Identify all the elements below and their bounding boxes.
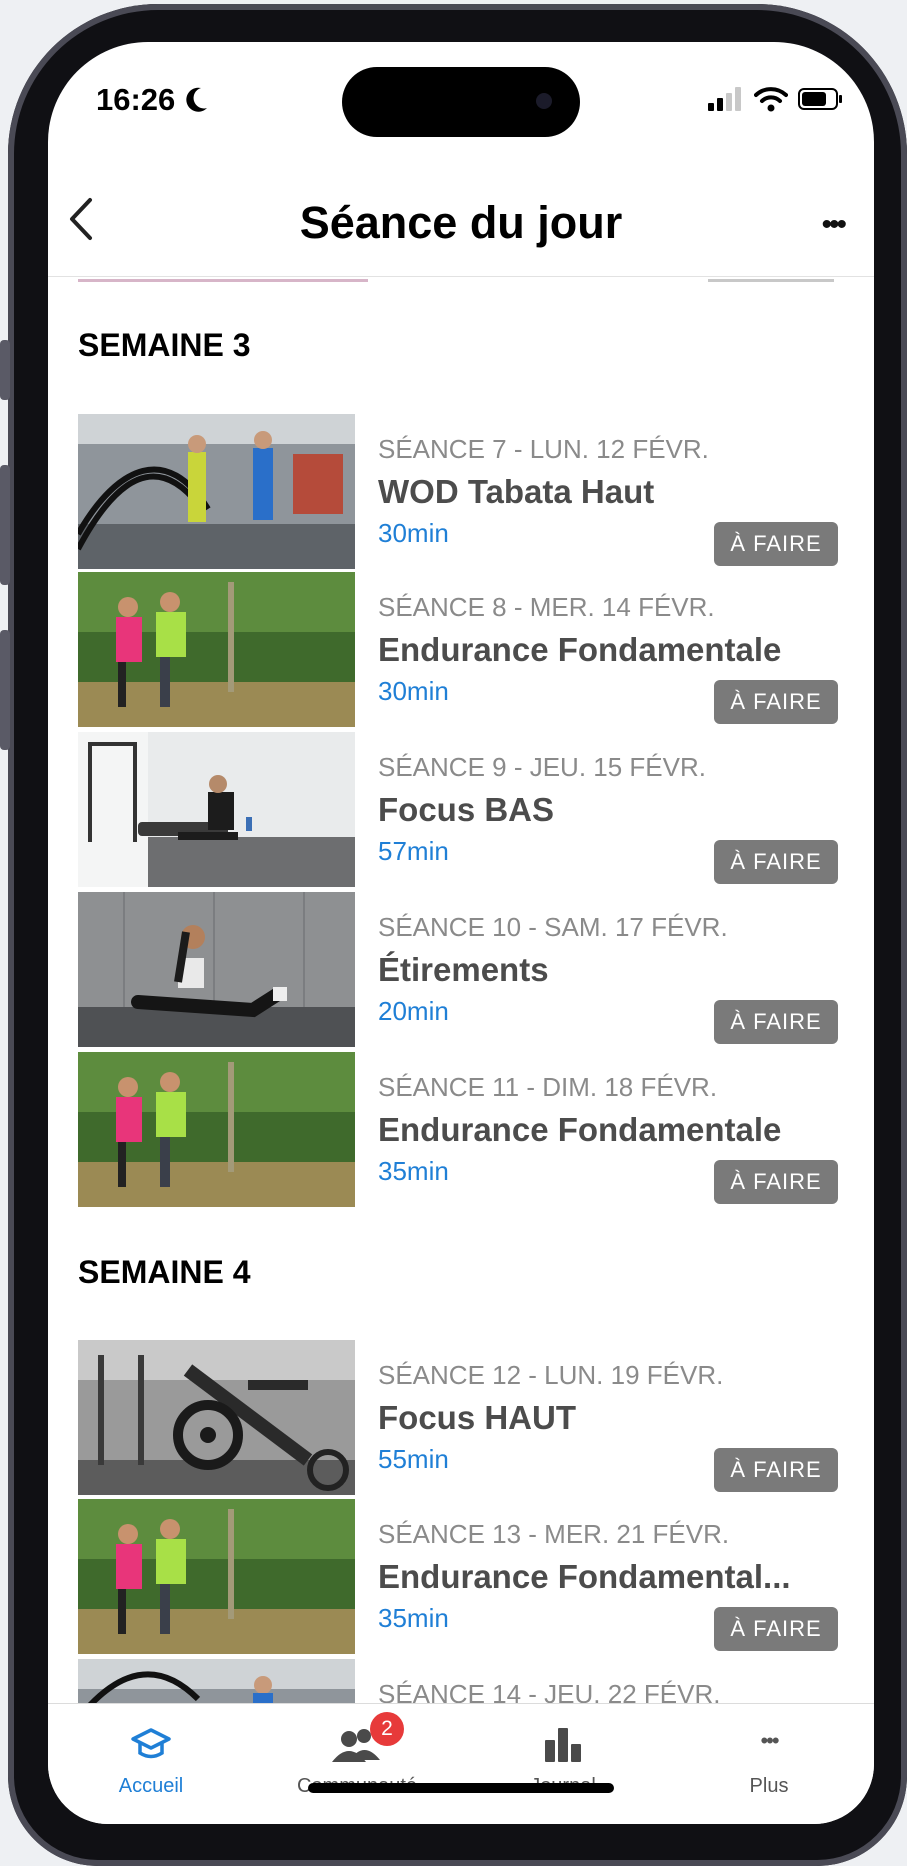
session-thumbnail <box>78 1340 355 1495</box>
session-info: SÉANCE 13 - MER. 21 FÉVR. Endurance Fond… <box>378 1499 838 1654</box>
session-info: SÉANCE 9 - JEU. 15 FÉVR. Focus BAS 57min… <box>378 732 838 887</box>
session-thumbnail <box>78 1499 355 1654</box>
session-info: SÉANCE 14 - JEU. 22 FÉVR. <box>378 1659 838 1703</box>
session-date: SÉANCE 12 - LUN. 19 FÉVR. <box>378 1360 724 1390</box>
session-duration: 35min <box>378 1603 449 1633</box>
session-info: SÉANCE 8 - MER. 14 FÉVR. Endurance Fonda… <box>378 572 838 727</box>
status-icons <box>708 86 844 112</box>
volume-up-button <box>0 340 10 400</box>
week-header: SEMAINE 3 <box>78 327 251 363</box>
battery-icon <box>798 88 842 110</box>
session-row[interactable]: SÉANCE 14 - JEU. 22 FÉVR. <box>78 1659 838 1703</box>
session-thumbnail <box>78 1052 355 1207</box>
page-title: Séance du jour <box>299 197 623 248</box>
status-badge: À FAIRE <box>714 522 838 566</box>
session-list[interactable]: SEMAINE 3 SÉANCE 7 - LUN. 12 FÉVR. WOD T… <box>48 277 874 1703</box>
session-info: SÉANCE 11 - DIM. 18 FÉVR. Endurance Fond… <box>378 1052 838 1207</box>
tab-bar: Accueil 2 Communauté <box>48 1703 874 1824</box>
power-button <box>0 630 10 750</box>
session-thumbnail <box>78 572 355 727</box>
status-badge: À FAIRE <box>714 680 838 724</box>
navigation-bar: Séance du jour ••• <box>48 172 874 277</box>
session-duration: 35min <box>378 1156 449 1186</box>
status-badge: À FAIRE <box>714 840 838 884</box>
session-date: SÉANCE 11 - DIM. 18 FÉVR. <box>378 1072 718 1102</box>
notification-badge: 2 <box>370 1712 404 1746</box>
session-name: Focus BAS <box>378 791 555 828</box>
session-row[interactable]: SÉANCE 10 - SAM. 17 FÉVR. Étirements 20m… <box>78 892 838 1047</box>
session-row[interactable]: SÉANCE 9 - JEU. 15 FÉVR. Focus BAS 57min… <box>78 732 838 887</box>
session-duration: 30min <box>378 518 449 548</box>
session-name: Focus HAUT <box>378 1399 576 1436</box>
session-name: Endurance Fondamental... <box>378 1558 791 1595</box>
session-name: Étirements <box>378 951 549 988</box>
bar-chart-icon <box>460 1726 666 1766</box>
session-date: SÉANCE 8 - MER. 14 FÉVR. <box>378 592 715 622</box>
status-badge: À FAIRE <box>714 1607 838 1651</box>
tab-accueil[interactable]: Accueil <box>48 1704 254 1804</box>
users-icon <box>254 1726 460 1766</box>
previous-item-edge <box>78 279 368 282</box>
previous-badge-edge <box>708 279 834 282</box>
session-duration: 20min <box>378 996 449 1026</box>
cellular-signal-icon <box>708 87 741 111</box>
session-name: WOD Tabata Haut <box>378 473 655 510</box>
session-date: SÉANCE 14 - JEU. 22 FÉVR. <box>378 1679 721 1703</box>
moon-icon <box>186 87 207 112</box>
session-row[interactable]: SÉANCE 7 - LUN. 12 FÉVR. WOD Tabata Haut… <box>78 414 838 569</box>
status-badge: À FAIRE <box>714 1160 838 1204</box>
session-date: SÉANCE 7 - LUN. 12 FÉVR. <box>378 434 709 464</box>
volume-down-button <box>0 465 10 585</box>
session-date: SÉANCE 10 - SAM. 17 FÉVR. <box>378 912 728 942</box>
session-row[interactable]: SÉANCE 11 - DIM. 18 FÉVR. Endurance Fond… <box>78 1052 838 1207</box>
session-thumbnail <box>78 1659 355 1703</box>
week-header: SEMAINE 4 <box>78 1254 251 1290</box>
session-thumbnail <box>78 732 355 887</box>
session-date: SÉANCE 13 - MER. 21 FÉVR. <box>378 1519 730 1549</box>
app-screen: 16:26 Séance du jour ••• SEMAINE 3 SÉANC… <box>48 42 874 1824</box>
session-duration: 30min <box>378 676 449 706</box>
wifi-icon <box>754 87 788 112</box>
more-options-button[interactable]: ••• <box>821 208 846 242</box>
session-thumbnail <box>78 414 355 569</box>
session-info: SÉANCE 7 - LUN. 12 FÉVR. WOD Tabata Haut… <box>378 414 838 569</box>
graduation-cap-icon <box>48 1726 254 1766</box>
session-duration: 55min <box>378 1444 449 1474</box>
session-row[interactable]: SÉANCE 13 - MER. 21 FÉVR. Endurance Fond… <box>78 1499 838 1654</box>
session-row[interactable]: SÉANCE 12 - LUN. 19 FÉVR. Focus HAUT 55m… <box>78 1340 838 1495</box>
tab-label: Plus <box>749 1775 789 1797</box>
session-date: SÉANCE 9 - JEU. 15 FÉVR. <box>378 752 706 782</box>
tab-plus[interactable]: ••• Plus <box>666 1704 872 1804</box>
session-name: Endurance Fondamentale <box>378 1111 782 1148</box>
session-name: Endurance Fondamentale <box>378 631 782 668</box>
status-badge: À FAIRE <box>714 1448 838 1492</box>
tab-label: Accueil <box>118 1775 184 1797</box>
session-info: SÉANCE 12 - LUN. 19 FÉVR. Focus HAUT 55m… <box>378 1340 838 1495</box>
dynamic-island <box>342 67 580 137</box>
status-badge: À FAIRE <box>714 1000 838 1044</box>
ellipsis-icon: ••• <box>760 1728 779 1753</box>
session-row[interactable]: SÉANCE 8 - MER. 14 FÉVR. Endurance Fonda… <box>78 572 838 727</box>
session-duration: 57min <box>378 836 449 866</box>
status-time: 16:26 <box>96 82 208 118</box>
time-text: 16:26 <box>96 82 176 117</box>
session-thumbnail <box>78 892 355 1047</box>
status-bar: 16:26 <box>48 42 874 172</box>
home-indicator[interactable] <box>308 1783 614 1793</box>
camera-dot <box>536 93 552 109</box>
session-info: SÉANCE 10 - SAM. 17 FÉVR. Étirements 20m… <box>378 892 838 1047</box>
